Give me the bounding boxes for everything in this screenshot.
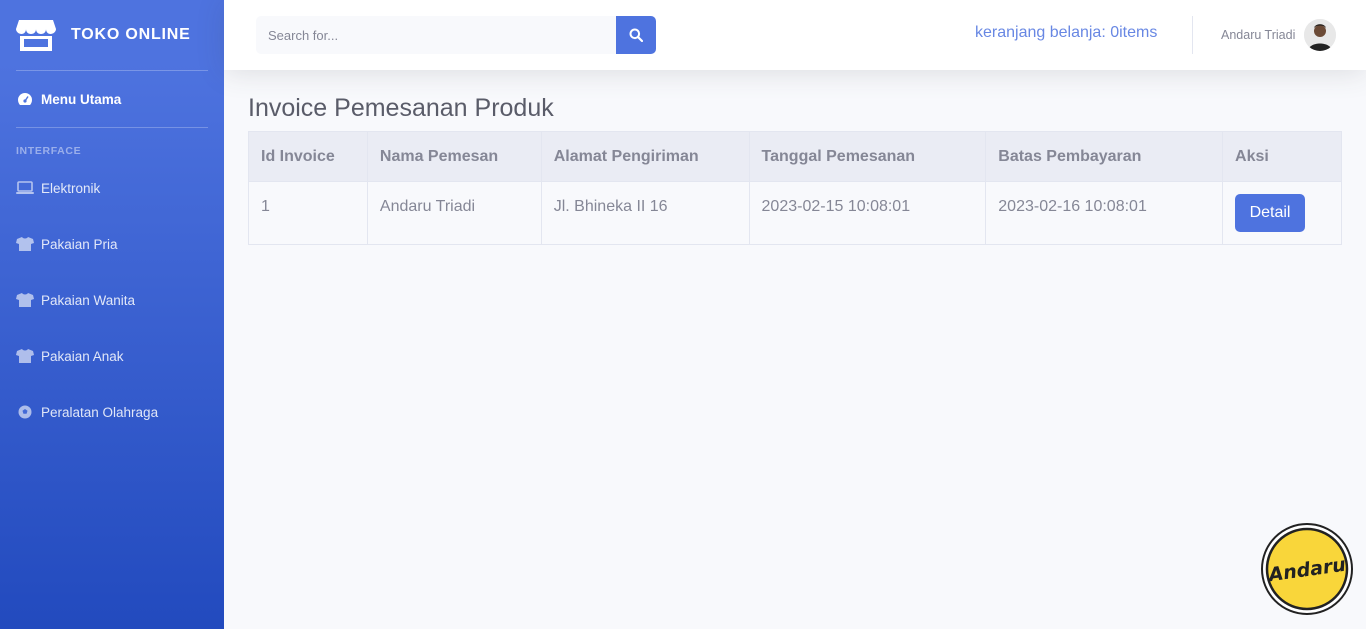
- sidebar-heading: INTERFACE: [16, 145, 82, 157]
- sidebar-item-elektronik[interactable]: Elektronik: [0, 160, 224, 216]
- user-dropdown[interactable]: Andaru Triadi: [1221, 19, 1337, 51]
- search-form: [256, 16, 656, 54]
- table-header-row: Id Invoice Nama Pemesan Alamat Pengirima…: [248, 131, 1342, 182]
- column-header: Alamat Pengiriman: [540, 131, 750, 182]
- sidebar-item-label: Pakaian Wanita: [41, 292, 136, 308]
- football-icon: [16, 405, 34, 419]
- column-header: Aksi: [1222, 131, 1342, 182]
- sidebar-item-label: Menu Utama: [41, 91, 122, 107]
- sidebar-item-label: Peralatan Olahraga: [41, 404, 159, 420]
- sidebar-item-label: Pakaian Anak: [41, 348, 124, 364]
- search-icon: [629, 28, 643, 42]
- column-header: Nama Pemesan: [366, 131, 542, 182]
- topbar-divider: [1192, 16, 1193, 54]
- sidebar: TOKO ONLINE Menu Utama INTERFACE Elektro…: [0, 0, 224, 629]
- brand-name: TOKO ONLINE: [71, 26, 191, 43]
- main-content: Invoice Pemesanan Produk Id Invoice Nama…: [248, 70, 1342, 245]
- column-header: Id Invoice: [248, 131, 368, 182]
- brand[interactable]: TOKO ONLINE: [0, 0, 224, 70]
- cell-alamat: Jl. Bhineka II 16: [540, 181, 750, 245]
- cell-batas: 2023-02-16 10:08:01: [985, 181, 1224, 245]
- detail-button[interactable]: Detail: [1235, 194, 1306, 232]
- sidebar-item-label: Pakaian Pria: [41, 236, 118, 252]
- topbar: keranjang belanja: 0items Andaru Triadi: [224, 0, 1366, 70]
- sidebar-item-pakaian-pria[interactable]: Pakaian Pria: [0, 216, 224, 272]
- cell-tanggal: 2023-02-15 10:08:01: [748, 181, 987, 245]
- sidebar-item-menu-utama[interactable]: Menu Utama: [0, 71, 224, 127]
- user-name: Andaru Triadi: [1221, 28, 1296, 42]
- column-header: Batas Pembayaran: [985, 131, 1224, 182]
- cell-aksi: Detail: [1222, 181, 1342, 245]
- column-header: Tanggal Pemesanan: [748, 131, 987, 182]
- cell-nama: Andaru Triadi: [366, 181, 542, 245]
- store-icon: [16, 20, 56, 51]
- cell-id: 1: [248, 181, 368, 245]
- laptop-icon: [16, 181, 34, 195]
- avatar: [1304, 19, 1337, 51]
- table-row: 1 Andaru Triadi Jl. Bhineka II 16 2023-0…: [248, 181, 1342, 245]
- page-title: Invoice Pemesanan Produk: [248, 94, 554, 122]
- dashboard-icon: [16, 92, 34, 106]
- cart-link[interactable]: keranjang belanja: 0items: [975, 24, 1157, 42]
- sidebar-item-pakaian-wanita[interactable]: Pakaian Wanita: [0, 272, 224, 328]
- tshirt-icon: [16, 293, 34, 307]
- watermark-badge: Andaru: [1261, 523, 1353, 615]
- invoice-table: Id Invoice Nama Pemesan Alamat Pengirima…: [248, 131, 1342, 245]
- tshirt-icon: [16, 349, 34, 363]
- sidebar-item-pakaian-anak[interactable]: Pakaian Anak: [0, 328, 224, 384]
- sidebar-item-peralatan-olahraga[interactable]: Peralatan Olahraga: [0, 384, 224, 440]
- search-button[interactable]: [616, 16, 656, 54]
- sidebar-item-label: Elektronik: [41, 180, 101, 196]
- tshirt-icon: [16, 237, 34, 251]
- search-input[interactable]: [256, 16, 616, 54]
